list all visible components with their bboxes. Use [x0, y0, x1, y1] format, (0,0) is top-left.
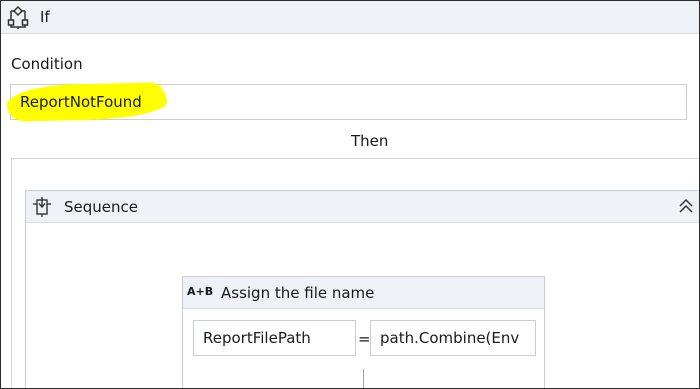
if-activity-header[interactable]: If [1, 1, 699, 34]
condition-value: ReportNotFound [20, 93, 142, 111]
condition-input[interactable]: ReportNotFound [6, 82, 687, 122]
if-activity-title: If [40, 8, 50, 26]
sequence-title: Sequence [64, 198, 138, 216]
flow-connector [363, 369, 364, 388]
workflow-designer-canvas: If Condition ReportNotFound Then Sequenc… [0, 0, 700, 389]
assign-value-text: path.Combine(Env [380, 329, 520, 347]
assign-value-field[interactable]: path.Combine(Env [370, 320, 536, 356]
assign-to-field[interactable]: ReportFilePath [193, 320, 356, 356]
then-label: Then [351, 132, 389, 150]
sequence-icon [33, 197, 51, 217]
assign-header[interactable]: A+B Assign the file name [183, 277, 544, 309]
assign-operator: = [358, 330, 371, 348]
assign-title: Assign the file name [221, 284, 375, 302]
if-activity-icon [7, 5, 29, 29]
assign-to-value: ReportFilePath [203, 329, 311, 347]
condition-label: Condition [11, 55, 83, 73]
assign-icon: A+B [187, 285, 214, 298]
collapse-chevrons-icon[interactable] [678, 197, 694, 217]
sequence-header[interactable]: Sequence [26, 191, 699, 223]
